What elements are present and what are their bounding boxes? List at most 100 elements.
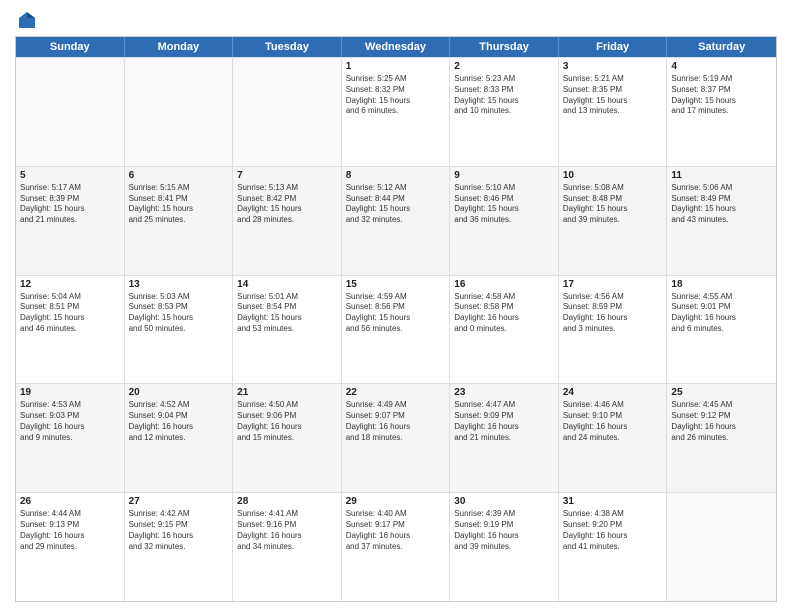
cal-cell-2-4: 16 Sunrise: 4:58 AM Sunset: 8:58 PM Dayli… <box>450 276 559 384</box>
day-number: 9 <box>454 170 554 181</box>
cal-cell-4-3: 29 Sunrise: 4:40 AM Sunset: 9:17 PM Dayli… <box>342 493 451 601</box>
cell-info: Sunrise: 5:04 AM Sunset: 8:51 PM Dayligh… <box>20 292 120 335</box>
cal-cell-3-6: 25Sunrise: 4:45 AM Sunset: 9:12 PM Dayli… <box>667 384 776 492</box>
day-number: 12 <box>20 279 120 290</box>
cell-info: Sunrise: 5:10 AM Sunset: 8:46 PM Dayligh… <box>454 183 554 226</box>
day-number: 30 <box>454 496 554 507</box>
page: SundayMondayTuesdayWednesdayThursdayFrid… <box>0 0 792 612</box>
cell-info: Sunrise: 4:56 AM Sunset: 8:59 PM Dayligh… <box>563 292 663 335</box>
cal-cell-3-4: 23 Sunrise: 4:47 AM Sunset: 9:09 PM Dayli… <box>450 384 559 492</box>
cal-cell-0-6: 4 Sunrise: 5:19 AM Sunset: 8:37 PM Daylig… <box>667 58 776 166</box>
calendar-row-0: 1 Sunrise: 5:25 AM Sunset: 8:32 PM Daylig… <box>16 57 776 166</box>
calendar-header: SundayMondayTuesdayWednesdayThursdayFrid… <box>16 37 776 57</box>
cell-info: Sunrise: 4:47 AM Sunset: 9:09 PM Dayligh… <box>454 400 554 443</box>
cell-info: Sunrise: 5:03 AM Sunset: 8:53 PM Dayligh… <box>129 292 229 335</box>
day-number: 24 <box>563 387 663 398</box>
cell-info: Sunrise: 4:40 AM Sunset: 9:17 PM Dayligh… <box>346 509 446 552</box>
day-number: 23 <box>454 387 554 398</box>
cal-cell-1-0: 5Sunrise: 5:17 AM Sunset: 8:39 PM Daylig… <box>16 167 125 275</box>
cal-cell-3-0: 19 Sunrise: 4:53 AM Sunset: 9:03 PM Dayli… <box>16 384 125 492</box>
cell-info: Sunrise: 4:39 AM Sunset: 9:19 PM Dayligh… <box>454 509 554 552</box>
day-number: 1 <box>346 61 446 72</box>
header-day-tuesday: Tuesday <box>233 37 342 57</box>
calendar-row-2: 12 Sunrise: 5:04 AM Sunset: 8:51 PM Dayli… <box>16 275 776 384</box>
cal-cell-2-6: 18 Sunrise: 4:55 AM Sunset: 9:01 PM Dayli… <box>667 276 776 384</box>
day-number: 22 <box>346 387 446 398</box>
calendar-body: 1 Sunrise: 5:25 AM Sunset: 8:32 PM Daylig… <box>16 57 776 601</box>
cal-cell-4-1: 27Sunrise: 4:42 AM Sunset: 9:15 PM Dayli… <box>125 493 234 601</box>
cell-info: Sunrise: 4:44 AM Sunset: 9:13 PM Dayligh… <box>20 509 120 552</box>
cal-cell-2-1: 13 Sunrise: 5:03 AM Sunset: 8:53 PM Dayli… <box>125 276 234 384</box>
day-number: 28 <box>237 496 337 507</box>
day-number: 7 <box>237 170 337 181</box>
day-number: 15 <box>346 279 446 290</box>
cell-info: Sunrise: 5:21 AM Sunset: 8:35 PM Dayligh… <box>563 74 663 117</box>
cal-cell-2-5: 17 Sunrise: 4:56 AM Sunset: 8:59 PM Dayli… <box>559 276 668 384</box>
logo-icon <box>17 10 37 30</box>
cal-cell-3-3: 22Sunrise: 4:49 AM Sunset: 9:07 PM Dayli… <box>342 384 451 492</box>
cal-cell-3-2: 21 Sunrise: 4:50 AM Sunset: 9:06 PM Dayli… <box>233 384 342 492</box>
day-number: 14 <box>237 279 337 290</box>
cal-cell-2-2: 14 Sunrise: 5:01 AM Sunset: 8:54 PM Dayli… <box>233 276 342 384</box>
cell-info: Sunrise: 4:50 AM Sunset: 9:06 PM Dayligh… <box>237 400 337 443</box>
cal-cell-2-3: 15 Sunrise: 4:59 AM Sunset: 8:56 PM Dayli… <box>342 276 451 384</box>
cal-cell-4-2: 28 Sunrise: 4:41 AM Sunset: 9:16 PM Dayli… <box>233 493 342 601</box>
cell-info: Sunrise: 5:08 AM Sunset: 8:48 PM Dayligh… <box>563 183 663 226</box>
cell-info: Sunrise: 4:52 AM Sunset: 9:04 PM Dayligh… <box>129 400 229 443</box>
cell-info: Sunrise: 5:12 AM Sunset: 8:44 PM Dayligh… <box>346 183 446 226</box>
cell-info: Sunrise: 5:15 AM Sunset: 8:41 PM Dayligh… <box>129 183 229 226</box>
day-number: 17 <box>563 279 663 290</box>
cal-cell-0-5: 3 Sunrise: 5:21 AM Sunset: 8:35 PM Daylig… <box>559 58 668 166</box>
day-number: 25 <box>671 387 772 398</box>
day-number: 3 <box>563 61 663 72</box>
cell-info: Sunrise: 5:25 AM Sunset: 8:32 PM Dayligh… <box>346 74 446 117</box>
day-number: 10 <box>563 170 663 181</box>
cal-cell-3-5: 24Sunrise: 4:46 AM Sunset: 9:10 PM Dayli… <box>559 384 668 492</box>
calendar-row-3: 19 Sunrise: 4:53 AM Sunset: 9:03 PM Dayli… <box>16 383 776 492</box>
cal-cell-0-0 <box>16 58 125 166</box>
day-number: 5 <box>20 170 120 181</box>
cal-cell-0-1 <box>125 58 234 166</box>
header-day-monday: Monday <box>125 37 234 57</box>
cal-cell-4-0: 26 Sunrise: 4:44 AM Sunset: 9:13 PM Dayli… <box>16 493 125 601</box>
cell-info: Sunrise: 5:13 AM Sunset: 8:42 PM Dayligh… <box>237 183 337 226</box>
cal-cell-2-0: 12 Sunrise: 5:04 AM Sunset: 8:51 PM Dayli… <box>16 276 125 384</box>
cal-cell-1-6: 11 Sunrise: 5:06 AM Sunset: 8:49 PM Dayli… <box>667 167 776 275</box>
cal-cell-4-4: 30 Sunrise: 4:39 AM Sunset: 9:19 PM Dayli… <box>450 493 559 601</box>
cal-cell-4-6 <box>667 493 776 601</box>
day-number: 18 <box>671 279 772 290</box>
cell-info: Sunrise: 4:59 AM Sunset: 8:56 PM Dayligh… <box>346 292 446 335</box>
cell-info: Sunrise: 5:23 AM Sunset: 8:33 PM Dayligh… <box>454 74 554 117</box>
day-number: 6 <box>129 170 229 181</box>
day-number: 29 <box>346 496 446 507</box>
day-number: 13 <box>129 279 229 290</box>
calendar-row-1: 5Sunrise: 5:17 AM Sunset: 8:39 PM Daylig… <box>16 166 776 275</box>
cell-info: Sunrise: 4:55 AM Sunset: 9:01 PM Dayligh… <box>671 292 772 335</box>
day-number: 8 <box>346 170 446 181</box>
cell-info: Sunrise: 5:01 AM Sunset: 8:54 PM Dayligh… <box>237 292 337 335</box>
logo <box>15 10 39 30</box>
day-number: 31 <box>563 496 663 507</box>
cell-info: Sunrise: 4:58 AM Sunset: 8:58 PM Dayligh… <box>454 292 554 335</box>
cal-cell-0-3: 1 Sunrise: 5:25 AM Sunset: 8:32 PM Daylig… <box>342 58 451 166</box>
day-number: 27 <box>129 496 229 507</box>
day-number: 21 <box>237 387 337 398</box>
cell-info: Sunrise: 4:53 AM Sunset: 9:03 PM Dayligh… <box>20 400 120 443</box>
day-number: 26 <box>20 496 120 507</box>
cal-cell-1-2: 7 Sunrise: 5:13 AM Sunset: 8:42 PM Daylig… <box>233 167 342 275</box>
cell-info: Sunrise: 5:06 AM Sunset: 8:49 PM Dayligh… <box>671 183 772 226</box>
day-number: 16 <box>454 279 554 290</box>
calendar-row-4: 26 Sunrise: 4:44 AM Sunset: 9:13 PM Dayli… <box>16 492 776 601</box>
header-day-friday: Friday <box>559 37 668 57</box>
day-number: 4 <box>671 61 772 72</box>
day-number: 19 <box>20 387 120 398</box>
cell-info: Sunrise: 4:41 AM Sunset: 9:16 PM Dayligh… <box>237 509 337 552</box>
header <box>15 10 777 30</box>
cell-info: Sunrise: 5:19 AM Sunset: 8:37 PM Dayligh… <box>671 74 772 117</box>
day-number: 11 <box>671 170 772 181</box>
day-number: 20 <box>129 387 229 398</box>
header-day-sunday: Sunday <box>16 37 125 57</box>
cal-cell-1-3: 8 Sunrise: 5:12 AM Sunset: 8:44 PM Daylig… <box>342 167 451 275</box>
cal-cell-1-1: 6 Sunrise: 5:15 AM Sunset: 8:41 PM Daylig… <box>125 167 234 275</box>
cal-cell-1-5: 10 Sunrise: 5:08 AM Sunset: 8:48 PM Dayli… <box>559 167 668 275</box>
